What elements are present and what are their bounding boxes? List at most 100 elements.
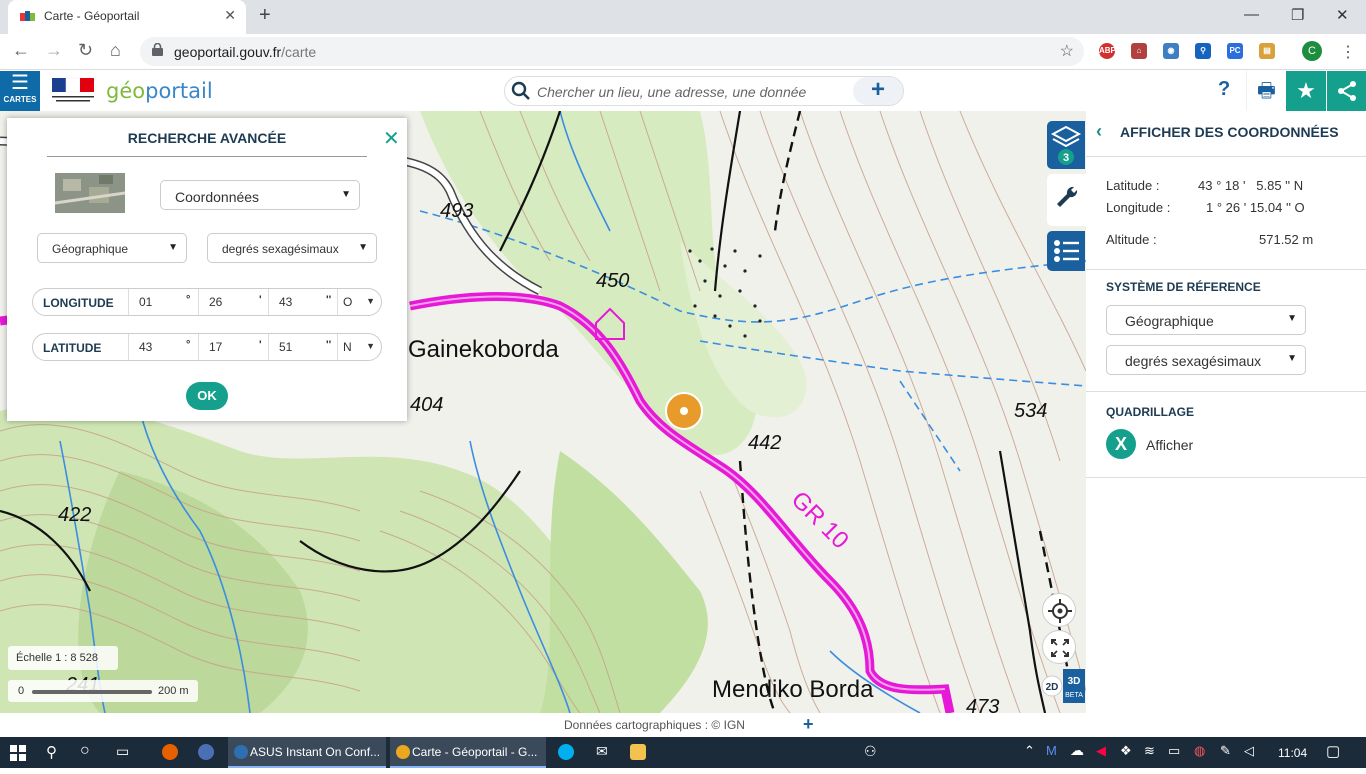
minimize-icon[interactable]: — — [1244, 6, 1259, 23]
search-type-select[interactable]: Coordonnées ▼ — [160, 180, 360, 210]
cloud-icon[interactable]: ☁ — [1070, 742, 1084, 773]
panel-divider — [1086, 477, 1366, 478]
longitude-seconds-input[interactable]: 43 — [268, 289, 325, 315]
search-icon[interactable]: ⚲ — [46, 743, 57, 774]
latitude-seconds-input[interactable]: 51 — [268, 334, 325, 360]
longitude-minutes-input[interactable]: 26 — [198, 289, 256, 315]
title-divider — [47, 156, 367, 157]
print-button[interactable]: 🖶 — [1246, 71, 1286, 111]
grid-toggle-button[interactable]: X — [1106, 429, 1136, 459]
help-button[interactable]: ? — [1218, 78, 1230, 101]
dropbox-icon[interactable]: ❖ — [1120, 743, 1132, 774]
reference-system-select[interactable]: Géographique ▼ — [1106, 305, 1306, 335]
altitude-value: 571.52 m — [1259, 232, 1314, 247]
pdf-extension-icon[interactable]: ⌂ — [1131, 43, 1147, 59]
republique-francaise-logo — [52, 77, 94, 102]
view-mode-toggle[interactable]: 2D 3D BETA — [1041, 669, 1085, 703]
notifications-icon[interactable]: ▢ — [1326, 742, 1340, 773]
back-icon[interactable]: ← — [12, 40, 30, 61]
browser-menu-icon[interactable]: ⋮ — [1340, 42, 1356, 62]
geoportail-logo[interactable]: géoportail — [106, 79, 213, 103]
mail-icon[interactable]: ✉ — [596, 743, 608, 774]
notes-extension-icon[interactable]: ▤ — [1259, 43, 1275, 59]
new-tab-icon[interactable]: + — [259, 4, 271, 27]
ok-button[interactable]: OK — [186, 382, 228, 410]
chevron-down-icon: ▼ — [341, 189, 351, 200]
profile-avatar[interactable]: C — [1302, 41, 1322, 61]
window-close-icon[interactable]: ✕ — [1336, 6, 1349, 24]
layers-tool-button[interactable]: 3 — [1047, 121, 1085, 169]
map-label: 450 — [596, 270, 629, 292]
latitude-degrees-input[interactable]: 43 — [128, 334, 183, 360]
minute-symbol: ' — [259, 339, 262, 351]
file-explorer-icon[interactable] — [630, 744, 646, 760]
maps-menu-label: CARTES — [3, 95, 37, 104]
catalog-tool-button[interactable] — [1047, 231, 1085, 271]
panel-divider — [1086, 156, 1366, 157]
tab-close-icon[interactable]: ✕ — [224, 7, 236, 24]
skype-icon[interactable] — [558, 744, 574, 760]
maximize-icon[interactable]: ❐ — [1291, 6, 1304, 24]
people-icon[interactable]: ⚇ — [864, 743, 877, 774]
cortana-icon[interactable]: ○ — [80, 742, 90, 773]
firefox-icon[interactable] — [162, 744, 178, 760]
forward-icon[interactable]: → — [45, 40, 63, 61]
crosshair-icon — [1048, 599, 1072, 623]
geoportail-favicon-icon — [20, 11, 35, 21]
map-footer: Données cartographiques : © IGN + — [0, 713, 1086, 737]
coordinate-system-select[interactable]: Géographique ▼ — [37, 233, 187, 263]
share-button[interactable] — [1326, 71, 1366, 111]
scale-zero: 0 — [18, 685, 25, 697]
latitude-minutes-input[interactable]: 17 — [198, 334, 256, 360]
clock[interactable]: 11:04 — [1278, 746, 1307, 760]
windows-start-icon[interactable] — [10, 745, 26, 761]
coordinate-unit-select[interactable]: degrés sexagésimaux ▼ — [207, 233, 377, 263]
search-placeholder[interactable]: Chercher un lieu, une adresse, une donné… — [537, 84, 806, 100]
tray-app-icon[interactable]: ◍ — [1194, 743, 1205, 774]
browser-tab[interactable]: Carte - Géoportail ✕ — [8, 0, 246, 34]
battery-icon[interactable]: ▭ — [1168, 743, 1180, 774]
search-add-button[interactable]: + — [853, 77, 903, 105]
adblock-icon[interactable]: ABP — [1099, 43, 1116, 59]
taskbar-app-asus[interactable]: ASUS Instant On Conf... — [228, 737, 386, 768]
longitude-direction-select[interactable]: O ▼ — [337, 289, 381, 315]
grid-title: QUADRILLAGE — [1106, 405, 1194, 419]
geoportail-header: ☰ CARTES géoportail Chercher un lieu, un… — [0, 71, 1366, 111]
pen-icon[interactable]: ✎ — [1220, 743, 1231, 774]
address-bar[interactable]: geoportail.gouv.fr/carte ☆ — [140, 37, 1084, 66]
mode-3d-label[interactable]: 3D — [1068, 676, 1081, 687]
back-chevron-icon[interactable]: ‹ — [1096, 121, 1102, 142]
search-extension-icon[interactable]: ⚲ — [1195, 43, 1211, 59]
fullscreen-button[interactable] — [1042, 630, 1076, 664]
tools-button[interactable] — [1047, 174, 1086, 226]
tray-app-icon[interactable]: M — [1046, 743, 1057, 774]
close-icon[interactable]: ✕ — [383, 126, 400, 151]
task-view-icon[interactable]: ▭ — [116, 743, 129, 774]
longitude-degrees-input[interactable]: 01 — [128, 289, 183, 315]
extension-icon[interactable]: ◉ — [1163, 43, 1179, 59]
home-icon[interactable]: ⌂ — [110, 40, 121, 61]
tray-app-icon[interactable]: ◀ — [1096, 743, 1106, 774]
mode-3d-beta-label: BETA — [1065, 692, 1083, 699]
mode-2d-label[interactable]: 2D — [1046, 682, 1059, 693]
place-search-box[interactable]: Chercher un lieu, une adresse, une donné… — [504, 76, 904, 106]
logo-suffix: portail — [145, 79, 213, 103]
star-icon: ★ — [1296, 78, 1316, 103]
grid-toggle-label[interactable]: Afficher — [1146, 437, 1193, 453]
reference-unit-value: degrés sexagésimaux — [1125, 353, 1262, 369]
show-hidden-icons-icon[interactable]: ⌃ — [1024, 743, 1035, 774]
reference-unit-select[interactable]: degrés sexagésimaux ▼ — [1106, 345, 1306, 375]
expand-footer-icon[interactable]: + — [803, 714, 814, 735]
app-icon[interactable] — [198, 744, 214, 760]
favorite-button[interactable]: ★ — [1286, 71, 1326, 111]
taskbar-app-chrome[interactable]: Carte - Géoportail - G... — [390, 737, 546, 768]
reload-icon[interactable]: ↻ — [78, 40, 93, 61]
bookmark-star-icon[interactable]: ☆ — [1060, 41, 1074, 61]
latitude-direction-select[interactable]: N ▼ — [337, 334, 381, 360]
geolocate-button[interactable] — [1042, 593, 1076, 627]
maps-menu-button[interactable]: ☰ CARTES — [0, 71, 40, 111]
volume-icon[interactable]: ◁ — [1244, 743, 1254, 774]
wifi-icon[interactable]: ≋ — [1144, 743, 1155, 774]
pc-extension-icon[interactable]: PC — [1227, 43, 1243, 59]
scale-ratio: Échelle 1 : 8 528 — [8, 646, 118, 670]
